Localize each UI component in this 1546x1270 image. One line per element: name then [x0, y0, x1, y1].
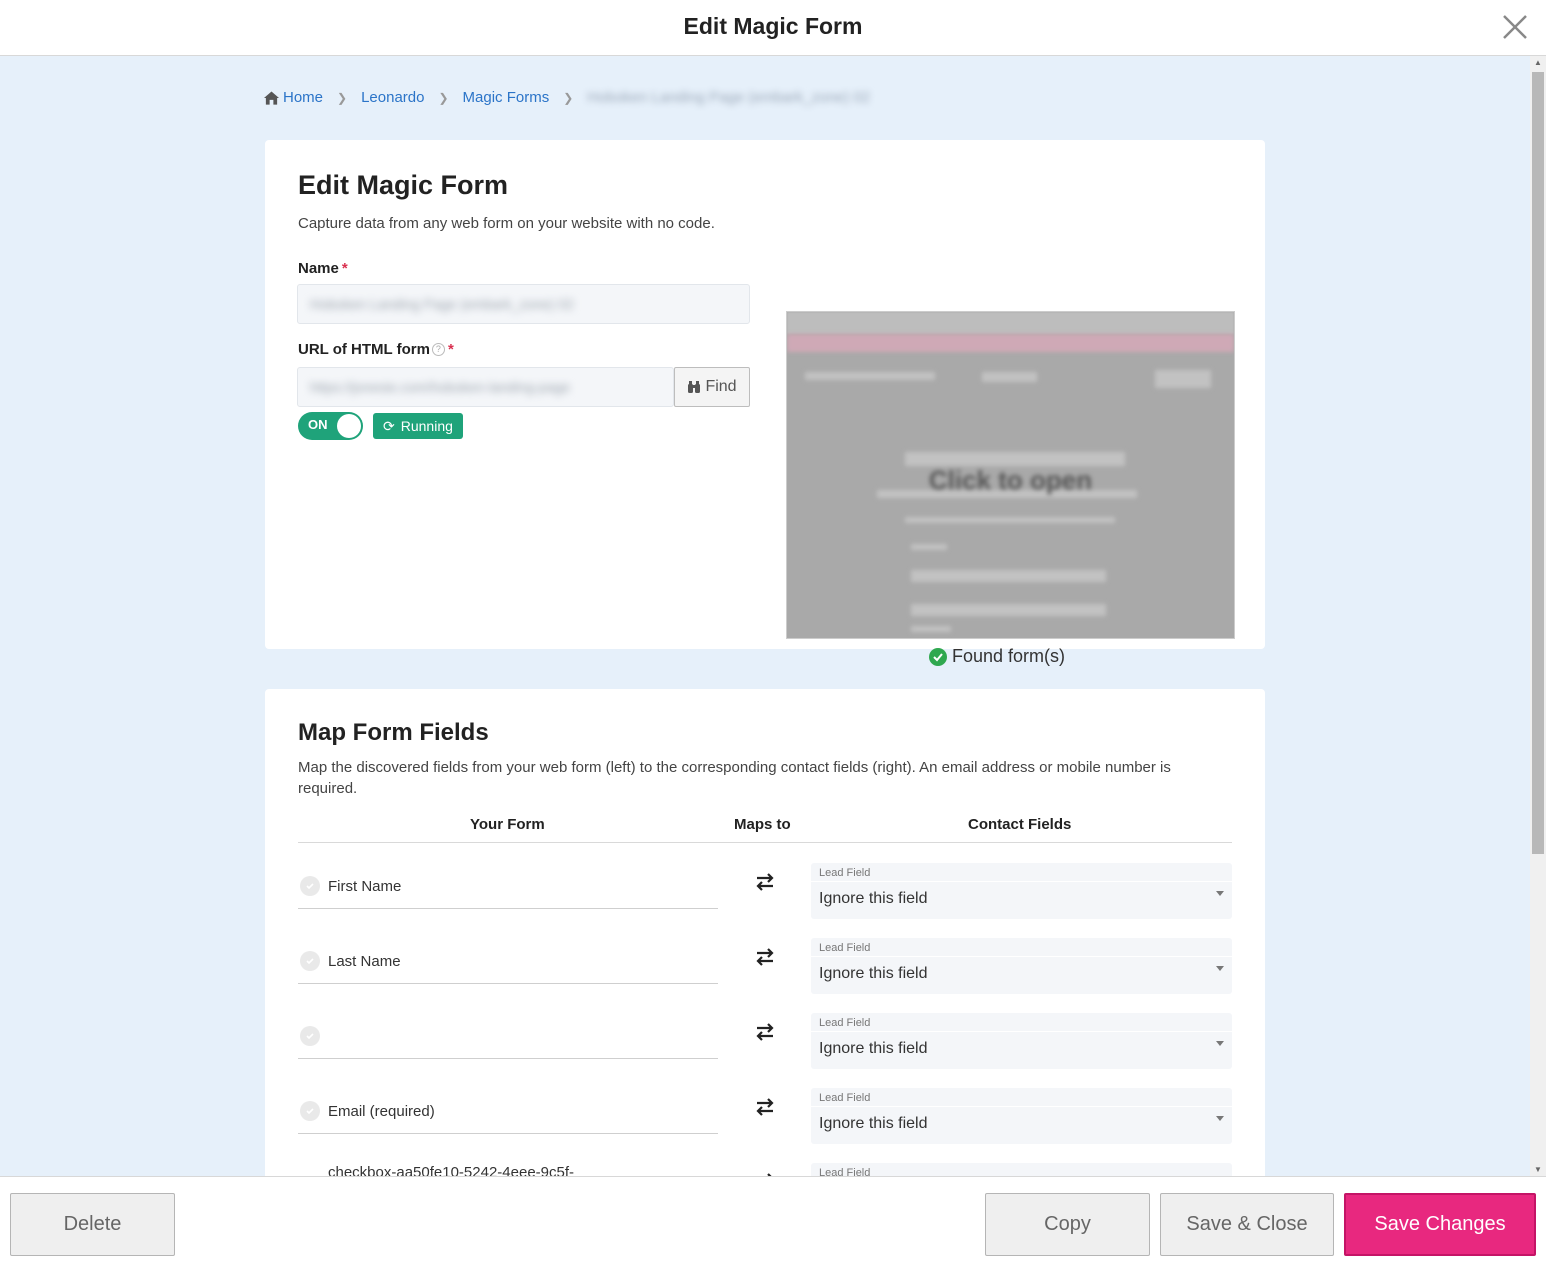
- preview-open-text: Click to open: [928, 465, 1093, 495]
- name-input[interactable]: Hoboken Landing Page (embark_zone) 02: [297, 284, 750, 324]
- name-label: Name *: [298, 260, 348, 277]
- active-toggle[interactable]: ON: [298, 412, 363, 440]
- contact-field-select[interactable]: Lead Field Ignore this field: [811, 1013, 1232, 1069]
- caret-down-icon: [1216, 1041, 1224, 1046]
- map-card-subtitle: Map the discovered fields from your web …: [298, 759, 1171, 797]
- found-forms-status: Found form(s): [929, 646, 1065, 667]
- table-row: Last Name Lead Field Ignore this field: [298, 938, 1232, 995]
- edit-form-card: Edit Magic Form Capture data from any we…: [265, 140, 1265, 666]
- swap-arrows-icon[interactable]: [753, 945, 777, 969]
- check-circle-icon: [929, 647, 947, 666]
- card-title: Edit Magic Form: [298, 170, 509, 200]
- contact-field-select[interactable]: Lead Field Ignore this field: [811, 863, 1232, 919]
- close-icon[interactable]: [1498, 10, 1532, 44]
- form-field: Email (required): [298, 1089, 718, 1134]
- help-icon[interactable]: ?: [431, 343, 445, 356]
- table-row: Lead Field Ignore this field: [298, 1013, 1232, 1070]
- save-close-button[interactable]: Save & Close: [1160, 1193, 1334, 1256]
- breadcrumb: Home ❯ Leonardo ❯ Magic Forms ❯ Hoboken …: [264, 89, 870, 106]
- col-contact-fields: Contact Fields: [968, 816, 1072, 833]
- check-circle-icon: [300, 1026, 320, 1046]
- url-input[interactable]: https://jonesie.com/hoboken-landing-page: [297, 367, 674, 407]
- scroll-up-icon[interactable]: ▲: [1534, 58, 1542, 67]
- contact-field-select[interactable]: Lead Field: [811, 1163, 1232, 1176]
- contact-field-select[interactable]: Lead Field Ignore this field: [811, 938, 1232, 994]
- toggle-knob: [337, 414, 361, 438]
- url-label: URL of HTML form? *: [298, 341, 454, 358]
- col-your-form: Your Form: [470, 816, 545, 833]
- card-subtitle: Capture data from any web form on your w…: [298, 215, 715, 232]
- home-icon: [264, 90, 279, 105]
- chevron-right-icon: ❯: [563, 90, 574, 105]
- col-maps-to: Maps to: [734, 816, 791, 833]
- map-card-title: Map Form Fields: [298, 719, 489, 746]
- form-preview[interactable]: Click to open: [786, 311, 1235, 639]
- swap-arrows-icon[interactable]: [753, 1095, 777, 1119]
- modal-title: Edit Magic Form: [683, 13, 863, 39]
- scrollbar-thumb[interactable]: [1532, 72, 1544, 854]
- scrollbar[interactable]: ▲ ▼: [1530, 56, 1546, 1176]
- breadcrumb-home[interactable]: Home: [283, 89, 323, 106]
- swap-arrows-icon[interactable]: [753, 870, 777, 894]
- delete-button[interactable]: Delete: [10, 1193, 175, 1256]
- contact-field-select[interactable]: Lead Field Ignore this field: [811, 1088, 1232, 1144]
- caret-down-icon: [1216, 966, 1224, 971]
- binoculars-icon: [688, 381, 701, 393]
- map-table-header: Your Form Maps to Contact Fields: [298, 814, 1232, 843]
- form-field: Last Name: [298, 939, 718, 984]
- modal-content: Home ❯ Leonardo ❯ Magic Forms ❯ Hoboken …: [0, 56, 1530, 1176]
- form-field: First Name: [298, 864, 718, 909]
- check-circle-icon: [300, 951, 320, 971]
- form-field: checkbox-aa50fe10-5242-4eee-9c5f-: [298, 1164, 718, 1176]
- check-circle-icon: [300, 876, 320, 896]
- breadcrumb-magic-forms[interactable]: Magic Forms: [463, 89, 550, 106]
- swap-arrows-icon[interactable]: [753, 1020, 777, 1044]
- save-changes-button[interactable]: Save Changes: [1344, 1193, 1536, 1256]
- breadcrumb-leonardo[interactable]: Leonardo: [361, 89, 424, 106]
- table-row: First Name Lead Field Ignore this field: [298, 863, 1232, 920]
- find-button[interactable]: Find: [674, 367, 750, 407]
- modal-footer: Delete Copy Save & Close Save Changes: [0, 1176, 1546, 1270]
- table-row: checkbox-aa50fe10-5242-4eee-9c5f- Lead F…: [298, 1163, 1232, 1176]
- scroll-down-icon[interactable]: ▼: [1534, 1165, 1542, 1174]
- caret-down-icon: [1216, 1116, 1224, 1121]
- map-fields-card: Map Form Fields Map the discovered field…: [265, 689, 1265, 1176]
- status-badge: ⟳ Running: [373, 413, 463, 439]
- chevron-right-icon: ❯: [438, 90, 449, 105]
- chevron-right-icon: ❯: [337, 90, 348, 105]
- check-circle-icon: [300, 1101, 320, 1121]
- table-row: Email (required) Lead Field Ignore this …: [298, 1088, 1232, 1145]
- refresh-icon: ⟳: [383, 417, 395, 434]
- modal-header: Edit Magic Form: [0, 0, 1546, 56]
- copy-button[interactable]: Copy: [985, 1193, 1150, 1256]
- form-field: [298, 1014, 718, 1059]
- caret-down-icon: [1216, 891, 1224, 896]
- breadcrumb-current: Hoboken Landing Page (embark_zone) 02: [587, 89, 870, 106]
